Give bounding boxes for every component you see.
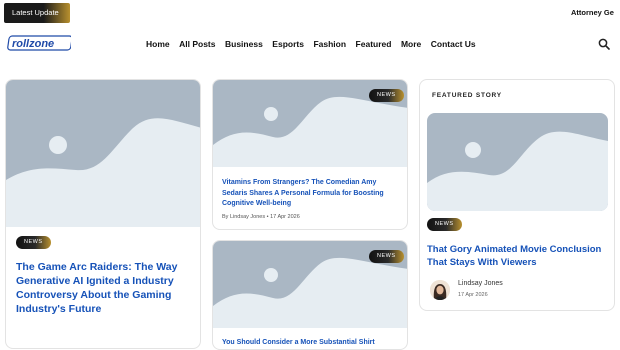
nav-fashion[interactable]: Fashion <box>313 39 346 49</box>
nav-esports[interactable]: Esports <box>272 39 304 49</box>
logo-text: rollzone <box>12 38 54 50</box>
image-placeholder-icon <box>6 118 200 227</box>
author-avatar-image <box>430 280 450 300</box>
article-title[interactable]: Vitamins From Strangers? The Comedian Am… <box>222 178 402 210</box>
top-bar: Latest Update Attorney Ge <box>0 0 620 26</box>
main-nav: Home All Posts Business Esports Fashion … <box>146 39 485 49</box>
featured-publish-date: 17 Apr 2026 <box>458 292 488 298</box>
featured-story-label: Featured Story <box>432 92 502 99</box>
nav-all-posts[interactable]: All Posts <box>179 39 215 49</box>
featured-article-title[interactable]: That Gory Animated Movie Conclusion That… <box>427 243 612 269</box>
image-placeholder-icon <box>427 131 608 211</box>
search-icon[interactable] <box>598 38 610 50</box>
nav-more[interactable]: More <box>401 39 421 49</box>
featured-image-placeholder[interactable] <box>427 113 608 211</box>
featured-story-card: Featured Story News That Gory Animated M… <box>419 79 615 311</box>
latest-update-badge[interactable]: Latest Update <box>4 3 70 23</box>
news-badge[interactable]: News <box>369 250 404 263</box>
nav-business[interactable]: Business <box>225 39 263 49</box>
featured-author-name[interactable]: Lindsay Jones <box>458 280 503 287</box>
author-byline[interactable]: By Lindsay Jones <box>222 214 265 220</box>
article-title[interactable]: You Should Consider a More Substantial S… <box>222 338 402 349</box>
nav-home[interactable]: Home <box>146 39 170 49</box>
news-ticker-text[interactable]: Attorney Ge <box>571 8 620 17</box>
publish-date: 17 Apr 2026 <box>270 214 300 220</box>
main-header: rollzone Home All Posts Business Esports… <box>0 30 620 58</box>
article-title[interactable]: The Game Arc Raiders: The Way Generative… <box>16 260 196 316</box>
article-meta: By Lindsay Jones • 17 Apr 2026 <box>222 214 300 220</box>
article-card-left[interactable]: News The Game Arc Raiders: The Way Gener… <box>5 79 201 349</box>
article-image-placeholder[interactable] <box>6 80 200 227</box>
site-logo[interactable]: rollzone <box>7 35 71 51</box>
nav-featured[interactable]: Featured <box>356 39 392 49</box>
article-card-middle-bottom[interactable]: News You Should Consider a More Substant… <box>212 240 408 350</box>
news-badge[interactable]: News <box>16 236 51 249</box>
news-badge[interactable]: News <box>427 218 462 231</box>
author-avatar[interactable] <box>430 280 450 300</box>
news-badge[interactable]: News <box>369 89 404 102</box>
article-card-middle-top[interactable]: News Vitamins From Strangers? The Comedi… <box>212 79 408 230</box>
nav-contact-us[interactable]: Contact Us <box>431 39 476 49</box>
